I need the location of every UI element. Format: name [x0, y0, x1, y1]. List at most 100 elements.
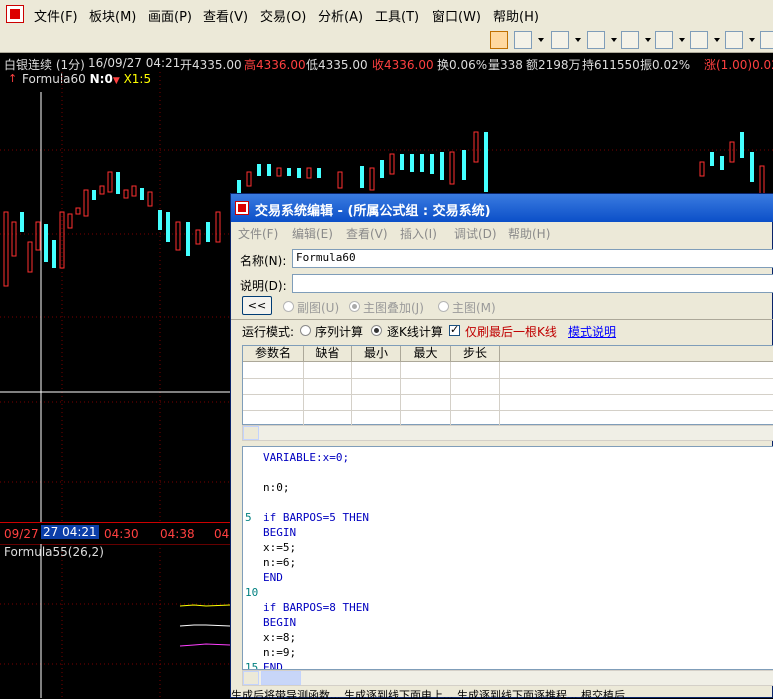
code-editor-scrollbar[interactable]	[242, 670, 773, 686]
candle	[99, 185, 105, 195]
code-line[interactable]: x:=5;	[263, 541, 296, 554]
chevron-down-icon[interactable]	[714, 38, 720, 42]
chevron-down-icon[interactable]	[645, 38, 651, 42]
candle	[297, 168, 301, 178]
code-line[interactable]: BEGIN	[263, 616, 296, 629]
code-line[interactable]: END	[263, 661, 283, 669]
param-header-default[interactable]: 缺省	[304, 346, 352, 362]
time-tick: 09/27	[4, 527, 39, 541]
param-header-max[interactable]: 最大	[401, 346, 451, 362]
param-header-name[interactable]: 参数名	[243, 346, 304, 362]
dialog-menu-debug[interactable]: 调试(D)	[454, 225, 497, 242]
datetime-label: 16/09/27 04:21	[88, 56, 181, 70]
code-line[interactable]: VARIABLE:x=0;	[263, 451, 349, 464]
amplitude-value: 振0.02%	[640, 58, 691, 72]
menu-help[interactable]: 帮助(H)	[493, 6, 539, 25]
chevron-down-icon[interactable]	[749, 38, 755, 42]
indicator-line-white	[179, 624, 230, 627]
indicator-line-yellow	[179, 604, 230, 607]
menu-analysis[interactable]: 分析(A)	[318, 6, 363, 25]
main-overlay-radio[interactable]	[349, 301, 360, 312]
candle	[75, 207, 81, 215]
pencil-icon[interactable]	[490, 31, 508, 49]
fibonacci-tool-icon[interactable]	[655, 31, 673, 49]
scroll-left-button[interactable]	[243, 671, 259, 685]
last-bar-only-checkbox[interactable]	[449, 323, 460, 336]
code-line[interactable]: if BARPOS=8 THEN	[263, 601, 369, 614]
candle	[360, 166, 364, 188]
col-line	[351, 362, 352, 426]
scroll-left-button[interactable]	[243, 426, 259, 440]
menu-tools[interactable]: 工具(T)	[375, 6, 419, 25]
lower-indicator-pane[interactable]	[0, 544, 230, 698]
subchart-radio[interactable]	[283, 301, 294, 312]
dialog-menu-help[interactable]: 帮助(H)	[508, 225, 550, 242]
menu-trade[interactable]: 交易(O)	[260, 6, 306, 25]
line-tool-icon[interactable]	[514, 31, 532, 49]
dialog-title-bar[interactable]: 交易系统编辑 - (所属公式组 : 交易系统)	[231, 194, 773, 222]
param-header-step[interactable]: 步长	[451, 346, 500, 362]
row-line	[243, 394, 773, 395]
per-bar-calc-radio[interactable]	[371, 325, 382, 336]
open-value: 开4335.00	[180, 58, 242, 72]
code-line[interactable]: END	[263, 571, 283, 584]
app-icon[interactable]	[6, 5, 24, 23]
candle	[257, 164, 261, 176]
dialog-menu-file[interactable]: 文件(F)	[238, 225, 278, 242]
formula-code-editor[interactable]: VARIABLE:x=0; n:0; 5 if BARPOS=5 THEN BEGIN x…	[242, 446, 773, 670]
candle	[400, 154, 404, 170]
series-calc-label: 序列计算	[315, 325, 364, 339]
ellipse-tool-icon[interactable]	[760, 31, 773, 49]
code-line[interactable]: BEGIN	[263, 526, 296, 539]
menu-file[interactable]: 文件(F)	[34, 6, 78, 25]
candle	[484, 132, 488, 192]
code-line[interactable]: n:=9;	[263, 646, 296, 659]
parameter-table[interactable]: 参数名 缺省 最小 最大 步长	[242, 345, 773, 426]
candle	[380, 160, 384, 178]
bars-tool-icon[interactable]	[587, 31, 605, 49]
fan-tool-icon[interactable]	[621, 31, 639, 49]
param-header-min[interactable]: 最小	[352, 346, 401, 362]
code-line[interactable]: x:=8;	[263, 631, 296, 644]
dialog-menu-view[interactable]: 查看(V)	[346, 225, 388, 242]
candle	[740, 132, 744, 158]
collapse-button[interactable]: <<	[242, 296, 272, 315]
description-input[interactable]	[292, 274, 773, 293]
chevron-down-icon[interactable]	[538, 38, 544, 42]
volume-value: 量338	[488, 58, 523, 72]
menu-view-pane[interactable]: 画面(P)	[148, 6, 192, 25]
dialog-menu-edit[interactable]: 编辑(E)	[292, 225, 333, 242]
name-input[interactable]: Formula60	[292, 249, 773, 268]
lower-indicator-name: Formula55(26,2)	[4, 545, 104, 559]
menu-window[interactable]: 窗口(W)	[432, 6, 481, 25]
candle	[420, 154, 424, 172]
menu-block[interactable]: 板块(M)	[89, 6, 136, 25]
candle	[750, 152, 754, 182]
shape-tool-icon[interactable]	[690, 31, 708, 49]
chevron-down-icon[interactable]	[679, 38, 685, 42]
code-line[interactable]: if BARPOS=5 THEN	[263, 511, 369, 524]
rectangle-tool-icon[interactable]	[725, 31, 743, 49]
chevron-down-icon[interactable]	[575, 38, 581, 42]
scroll-thumb[interactable]	[261, 671, 301, 685]
dialog-menu-insert[interactable]: 插入(I)	[400, 225, 437, 242]
candle	[729, 141, 735, 163]
main-chart-radio[interactable]	[438, 301, 449, 312]
candle	[147, 191, 153, 207]
main-overlay-label: 主图叠加(J)	[363, 301, 424, 315]
line-number: 10	[245, 586, 259, 599]
mode-help-link[interactable]: 模式说明	[568, 323, 616, 340]
param-table-scrollbar[interactable]	[242, 425, 773, 441]
chevron-down-icon[interactable]	[611, 38, 617, 42]
code-line[interactable]: n:=6;	[263, 556, 296, 569]
series-calc-radio[interactable]	[300, 325, 311, 336]
time-axis: 09/27 27 04:21 04:30 04:38 04	[0, 522, 230, 545]
channel-tool-icon[interactable]	[551, 31, 569, 49]
time-tick: 04:30	[104, 527, 139, 541]
candle	[287, 168, 291, 176]
candle	[92, 190, 96, 200]
menu-view[interactable]: 查看(V)	[203, 6, 248, 25]
candle	[206, 222, 210, 242]
code-line[interactable]: n:0;	[263, 481, 290, 494]
dialog-title: 交易系统编辑 - (所属公式组 : 交易系统)	[255, 204, 491, 219]
